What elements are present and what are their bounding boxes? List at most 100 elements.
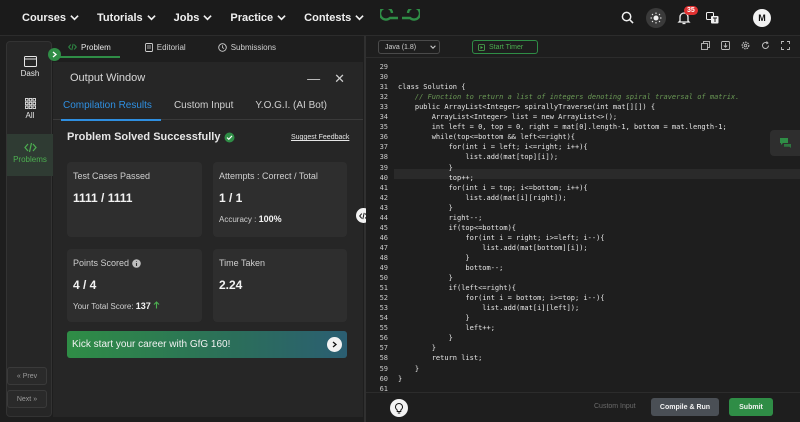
grid-icon [24,98,36,109]
code-line: top++; [398,173,474,182]
document-icon [144,42,153,52]
suggest-feedback-link[interactable]: Suggest Feedback [291,134,349,141]
tab-problem[interactable]: Problem [68,43,111,52]
nav-jobs[interactable]: Jobs [174,12,213,24]
chat-bubble-icon [779,138,791,148]
check-badge-icon [224,132,235,142]
gfg-logo-icon[interactable] [380,9,420,27]
code-line: for(int i = top; i<=bottom; i++){ [398,183,588,192]
code-line: list.add(mat[i][right]); [398,193,567,202]
tab-compilation-results[interactable]: Compilation Results [63,100,152,111]
code-line: bottom--; [398,264,504,272]
tab-editorial[interactable]: Editorial [144,42,186,52]
rail-item-problems[interactable]: Problems [7,134,53,176]
line-number: 53 [379,304,388,313]
search-icon[interactable] [621,11,634,24]
output-window-title: Output Window [70,72,146,84]
next-button[interactable]: Next» [7,390,47,408]
chevron-down-icon [146,15,156,21]
line-number: 57 [379,344,388,353]
line-number: 39 [379,163,388,172]
code-line: list.add(mat[bottom][i]); [398,243,588,252]
line-number: 58 [379,354,388,363]
result-status: Problem Solved Successfully [67,131,235,143]
settings-gear-icon[interactable] [741,41,750,50]
code-line: } [398,344,436,353]
code-line: } [398,203,453,212]
accuracy: Accuracy : 100% [219,214,282,224]
code-line: return list; [398,354,483,363]
close-icon[interactable]: ✕ [334,71,345,87]
hint-button[interactable] [390,399,408,417]
points-card: Points Scored 4 / 4 Your Total Score: 13… [67,249,202,322]
code-line: int left = 0, top = 0, right = mat[0].le… [398,123,727,132]
compile-run-button[interactable]: Compile & Run [651,398,719,416]
code-line: } [398,374,403,383]
code-line: for(int i = right; i>=left; i--){ [398,233,605,242]
nav-practice[interactable]: Practice [230,12,286,24]
nav-menu: Courses Tutorials Jobs Practice Contests [22,12,382,24]
line-number: 32 [379,93,388,102]
nav-contests[interactable]: Contests [304,12,364,24]
tab-submissions[interactable]: Submissions [217,43,276,52]
line-number: 45 [379,223,388,232]
nav-courses[interactable]: Courses [22,12,79,24]
line-number: 40 [379,173,388,182]
expand-sidebar-button[interactable] [48,48,61,61]
fullscreen-icon[interactable] [781,41,790,50]
code-line: right--; [398,213,483,222]
code-line: } [398,163,453,172]
chevron-right-icon [52,51,58,58]
rail-item-all[interactable]: All [7,98,53,120]
play-icon [478,43,485,51]
line-number: 51 [379,284,388,293]
banner-arrow-button[interactable] [327,337,342,352]
submit-button[interactable]: Submit [729,398,773,416]
translate-icon[interactable] [706,12,719,24]
language-select[interactable]: Java (1.8) [378,40,440,54]
line-number: 35 [379,123,388,132]
line-number: 41 [379,183,388,192]
theme-toggle-icon[interactable] [646,8,666,28]
minimize-icon[interactable]: — [307,71,320,87]
avatar[interactable]: M [753,9,771,27]
attempts-card: Attempts : Correct / Total 1 / 1 Accurac… [213,162,347,237]
line-number: 42 [379,193,388,202]
line-number: 59 [379,364,388,373]
line-number: 48 [379,253,388,262]
editor-footer: Custom Input Compile & Run Submit [366,392,800,422]
code-icon [68,43,77,51]
code-line: public ArrayList<Integer> spirallyTraver… [398,103,656,112]
custom-input-toggle[interactable]: Custom Input [594,403,636,410]
line-number: 50 [379,274,388,283]
line-number: 60 [379,374,388,383]
code-line: list.add(mat[top][i]); [398,153,559,162]
rail-item-dash[interactable]: Dash [7,56,53,78]
start-timer-button[interactable]: Start Timer [472,40,538,54]
line-number: 44 [379,213,388,222]
code-line: } [398,253,470,262]
tab-yogi-ai-bot[interactable]: Y.O.G.I. (AI Bot) [255,100,327,111]
line-number: 46 [379,233,388,242]
gfg160-banner[interactable]: Kick start your career with GfG 160! [67,331,347,358]
nav-tutorials[interactable]: Tutorials [97,12,156,24]
code-editor[interactable]: 29 30 31 32 33 34 35 36 37 38 39 40 41 42 43 44 45 46 47 48… [366,58,800,393]
chat-button[interactable] [770,130,800,156]
chevron-right-icon [332,341,338,348]
tab-custom-input[interactable]: Custom Input [174,100,233,111]
double-chevron-right-icon: » [33,395,38,403]
prev-button[interactable]: «Prev [7,367,47,385]
code-line: if(top<=bottom){ [398,223,517,232]
line-number: 29 [379,63,388,71]
copy-icon[interactable] [701,41,710,50]
code-line: // Function to return a list of integers… [398,93,740,102]
active-output-tab-indicator [61,119,161,121]
download-icon[interactable] [721,41,730,50]
reset-icon[interactable] [761,41,770,50]
line-number-gutter: 29 30 31 32 33 34 35 36 37 38 39 40 41 42 43 44 45 46 47 48… [366,58,394,393]
code-line: for(int i = left; i<=right; i++){ [398,143,588,152]
info-icon[interactable] [132,258,141,268]
notification-badge: 35 [684,6,698,15]
code-line: list.add(mat[i][left]); [398,304,580,313]
code-line: left++; [398,324,495,333]
